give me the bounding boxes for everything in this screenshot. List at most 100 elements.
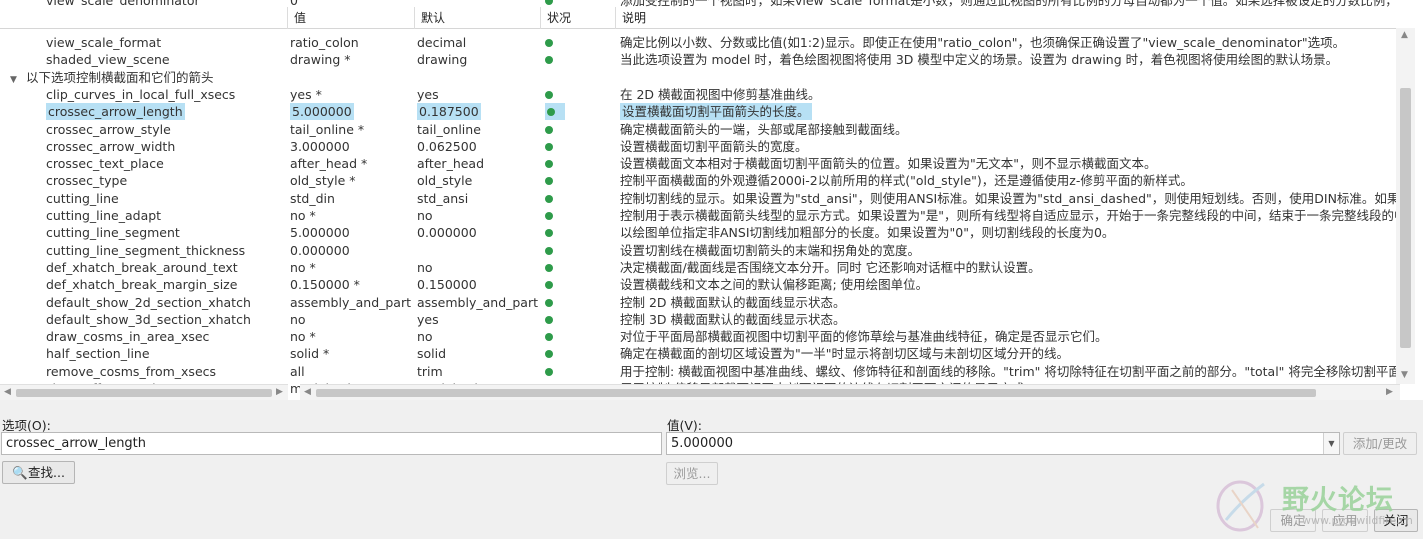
option-name: remove_cosms_from_xsecs bbox=[46, 363, 286, 380]
option-name: cutting_line_adapt bbox=[46, 207, 286, 224]
option-name: draw_cosms_in_area_xsec bbox=[46, 328, 286, 345]
scrollbar-thumb[interactable] bbox=[16, 389, 272, 397]
option-description-text: 确定横截面箭头的一端，头部或尾部接触到截面线。 bbox=[620, 121, 908, 137]
table-row[interactable]: def_xhatch_break_margin_size 0.150000 * 0.… bbox=[0, 276, 1396, 293]
option-default: decimal bbox=[417, 34, 541, 51]
option-name-text: crossec_arrow_length bbox=[46, 103, 185, 121]
option-default: yes bbox=[417, 86, 541, 103]
option-default: solid bbox=[417, 345, 541, 362]
option-value-text: yes * bbox=[290, 86, 322, 102]
option-description-text: 设置切割线在横截面切割箭头的末端和拐角处的宽度。 bbox=[620, 242, 921, 258]
option-name-text: default_show_2d_section_xhatch bbox=[46, 294, 251, 310]
scroll-left-icon[interactable]: ◀ bbox=[4, 387, 11, 397]
table-row[interactable]: view_scale_format ratio_colon decimal 确定比例以… bbox=[0, 34, 1396, 51]
group-row[interactable]: ▼ 以下选项控制横截面和它们的箭头 bbox=[0, 69, 1396, 86]
option-name-text: cutting_line bbox=[46, 190, 119, 206]
table-row[interactable]: cutting_line_segment 5.000000 0.000000 以绘图单… bbox=[0, 224, 1396, 241]
table-row[interactable]: crossec_type old_style * old_style 控制平面横截面的… bbox=[0, 172, 1396, 189]
header-value[interactable]: 值 bbox=[288, 7, 415, 29]
scroll-left-icon[interactable]: ◀ bbox=[304, 387, 311, 397]
vertical-scrollbar[interactable]: ▲ ▼ bbox=[1396, 28, 1415, 384]
option-default: 0.000000 bbox=[417, 224, 541, 241]
table-row[interactable]: crossec_arrow_width 3.000000 0.062500 设置横截面… bbox=[0, 138, 1396, 155]
chevron-down-icon[interactable]: ▼ bbox=[1323, 433, 1339, 454]
option-name-text: draw_cosms_in_area_xsec bbox=[46, 329, 210, 345]
status-dot-icon bbox=[545, 242, 565, 259]
option-value-text: 5.000000 bbox=[290, 225, 350, 241]
table-row[interactable]: default_show_2d_section_xhatch assembly_a… bbox=[0, 294, 1396, 311]
scroll-right-icon[interactable]: ▶ bbox=[276, 387, 283, 397]
option-value-text: ratio_colon bbox=[290, 35, 359, 50]
option-name-text: crossec_type bbox=[46, 173, 128, 189]
option-description-text: 设置横截面切割平面箭头的宽度。 bbox=[620, 138, 808, 154]
option-name: view_scale_format bbox=[46, 34, 286, 51]
table-row[interactable]: cutting_line_adapt no * no 控制用于表示横截面箭头线型的显示… bbox=[0, 207, 1396, 224]
table-row[interactable]: default_show_3d_section_xhatch no yes 控制 3D… bbox=[0, 311, 1396, 328]
option-description: 在 2D 横截面视图中修剪基准曲线。 bbox=[620, 86, 1396, 103]
option-default: old_style bbox=[417, 172, 541, 189]
option-description-text: 当此选项设置为 model 时，着色绘图视图将使用 3D 模型中定义的场景。设置… bbox=[620, 52, 1339, 68]
find-button[interactable]: 🔍 查找... bbox=[2, 461, 75, 484]
status-dot-icon bbox=[545, 311, 565, 328]
option-default: std_ansi bbox=[417, 190, 541, 207]
option-value: old_style * bbox=[290, 172, 412, 189]
status-dot-icon bbox=[545, 121, 565, 138]
table-header: 值 默认 状况 说明 bbox=[0, 7, 1396, 29]
option-name-text: clip_curves_in_local_full_xsecs bbox=[46, 86, 236, 102]
scrollbar-thumb[interactable] bbox=[316, 389, 1316, 397]
option-description: 确定横截面箭头的一端，头部或尾部接触到截面线。 bbox=[620, 121, 1396, 138]
status-dot-icon bbox=[545, 328, 565, 345]
option-description: 确定在横截面的剖切区域设置为"一半"时显示将剖切区域与未剖切区域分开的线。 bbox=[620, 345, 1396, 362]
option-value-text: 0.000000 bbox=[290, 242, 350, 258]
table-row[interactable]: crossec_arrow_length 5.000000 0.187500 设置横截… bbox=[0, 103, 1396, 121]
option-name: crossec_arrow_length bbox=[46, 103, 286, 121]
option-description-text: 控制平面横截面的外观遵循2000i-2以前所用的样式("old_style")，… bbox=[620, 173, 1193, 189]
table-row[interactable]: cutting_line std_din std_ansi 控制切割线的显示。如果设置… bbox=[0, 190, 1396, 207]
header-name[interactable] bbox=[0, 7, 288, 29]
option-description: 用于控制: 横截面视图中基准曲线、螺纹、修饰特征和剖面线的移除。"trim" 将… bbox=[620, 363, 1396, 380]
option-value-text: 0.150000 * bbox=[290, 277, 360, 293]
browse-button[interactable]: 浏览... bbox=[666, 462, 718, 485]
option-default-text: no bbox=[417, 329, 433, 345]
option-default-text: 0.062500 bbox=[417, 138, 477, 154]
option-input[interactable]: crossec_arrow_length bbox=[1, 432, 662, 455]
option-description: 设置切割线在横截面切割箭头的末端和拐角处的宽度。 bbox=[620, 242, 1396, 259]
table-row[interactable]: half_section_line solid * solid 确定在横截面的剖切区域… bbox=[0, 345, 1396, 362]
header-status[interactable]: 状况 bbox=[541, 7, 616, 29]
table-row[interactable]: crossec_text_place after_head * after_head… bbox=[0, 155, 1396, 172]
option-name: def_xhatch_break_around_text bbox=[46, 259, 286, 276]
table-row[interactable]: crossec_arrow_style tail_online * tail_onl… bbox=[0, 121, 1396, 138]
table-row[interactable]: cutting_line_segment_thickness 0.000000 设置… bbox=[0, 242, 1396, 259]
option-description: 决定横截面/截面线是否围绕文本分开。同时 它还影响对话框中的默认设置。 bbox=[620, 259, 1396, 276]
option-description-text: 在 2D 横截面视图中修剪基准曲线。 bbox=[620, 86, 821, 102]
option-name: crossec_text_place bbox=[46, 155, 286, 172]
table-row[interactable]: draw_cosms_in_area_xsec no * no 对位于平面局部横截面视… bbox=[0, 328, 1396, 345]
table-row[interactable]: def_xhatch_break_around_text no * no 决定横截面/… bbox=[0, 259, 1396, 276]
horizontal-scrollbar-right[interactable]: ◀ ▶ bbox=[300, 384, 1400, 400]
horizontal-scrollbar-left[interactable]: ◀ ▶ bbox=[0, 384, 288, 400]
status-dot-icon bbox=[545, 259, 565, 276]
option-name-text: cutting_line_segment_thickness bbox=[46, 242, 246, 258]
search-icon: 🔍 bbox=[12, 465, 28, 480]
scroll-up-icon[interactable]: ▲ bbox=[1401, 30, 1408, 40]
add-change-button[interactable]: 添加/更改 bbox=[1343, 432, 1417, 455]
header-default[interactable]: 默认 bbox=[415, 7, 541, 29]
option-value-text: after_head * bbox=[290, 156, 368, 172]
option-value-text: 3.000000 bbox=[290, 138, 350, 154]
table-row[interactable]: clip_curves_in_local_full_xsecs yes * yes 在… bbox=[0, 86, 1396, 103]
bottom-panel: 选项(O): crossec_arrow_length 值(V): 5.0000… bbox=[0, 400, 1423, 539]
option-default-text: old_style bbox=[417, 173, 473, 189]
scroll-down-icon[interactable]: ▼ bbox=[1401, 370, 1408, 380]
option-value-text: drawing * bbox=[290, 52, 351, 68]
table-row[interactable]: shaded_view_scene drawing * drawing 当此选项设置为… bbox=[0, 51, 1396, 68]
scroll-right-icon[interactable]: ▶ bbox=[1386, 387, 1393, 397]
option-description-text: 设置横截面切割平面箭头的长度。 bbox=[620, 103, 812, 121]
value-combobox[interactable]: 5.000000 ▼ bbox=[666, 432, 1340, 455]
option-value: all bbox=[290, 363, 412, 380]
table-row[interactable]: remove_cosms_from_xsecs all trim 用于控制: 横截面视… bbox=[0, 363, 1396, 380]
option-default: 0.187500 bbox=[417, 103, 541, 121]
option-default-text: yes bbox=[417, 311, 439, 327]
status-dot-icon bbox=[545, 345, 565, 362]
scrollbar-thumb[interactable] bbox=[1400, 88, 1411, 348]
header-description[interactable]: 说明 bbox=[616, 7, 1396, 29]
